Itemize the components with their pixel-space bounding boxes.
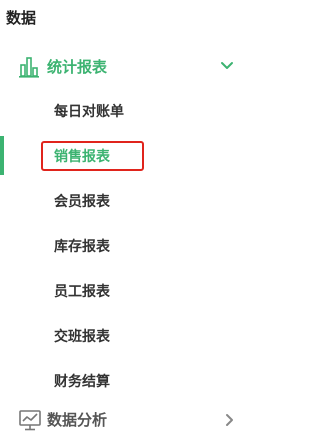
group-header-data-analysis[interactable]: 数据分析	[0, 400, 242, 440]
menu-item-financial-settlement[interactable]: 财务结算	[0, 358, 242, 403]
menu-item-label: 每日对账单	[54, 103, 124, 120]
menu-item-member-report[interactable]: 会员报表	[0, 178, 242, 223]
menu-item-staff-report[interactable]: 员工报表	[0, 268, 242, 313]
report-menu: 每日对账单 销售报表 会员报表 库存报表 员工报表 交班报表 财务结算	[0, 88, 242, 403]
bar-chart-icon	[18, 56, 40, 78]
menu-item-label: 库存报表	[54, 238, 110, 255]
menu-item-daily-statement[interactable]: 每日对账单	[0, 88, 242, 133]
monitor-chart-icon	[18, 409, 42, 431]
group-label-stat-reports: 统计报表	[47, 58, 108, 76]
section-title-text: 数据	[6, 8, 37, 27]
menu-item-label: 交班报表	[54, 328, 110, 345]
group-label-data-analysis: 数据分析	[47, 411, 108, 429]
menu-item-sales-report[interactable]: 销售报表	[0, 133, 242, 178]
menu-item-label: 财务结算	[54, 373, 110, 390]
menu-item-inventory-report[interactable]: 库存报表	[0, 223, 242, 268]
group-header-stat-reports[interactable]: 统计报表	[0, 46, 242, 88]
menu-item-label: 员工报表	[54, 283, 110, 300]
menu-item-label: 销售报表	[54, 148, 110, 165]
chevron-down-icon[interactable]	[218, 57, 236, 75]
section-title: 数据	[0, 0, 242, 34]
menu-item-shift-report[interactable]: 交班报表	[0, 313, 242, 358]
chevron-right-icon[interactable]	[222, 412, 236, 428]
menu-item-label: 会员报表	[54, 193, 110, 210]
